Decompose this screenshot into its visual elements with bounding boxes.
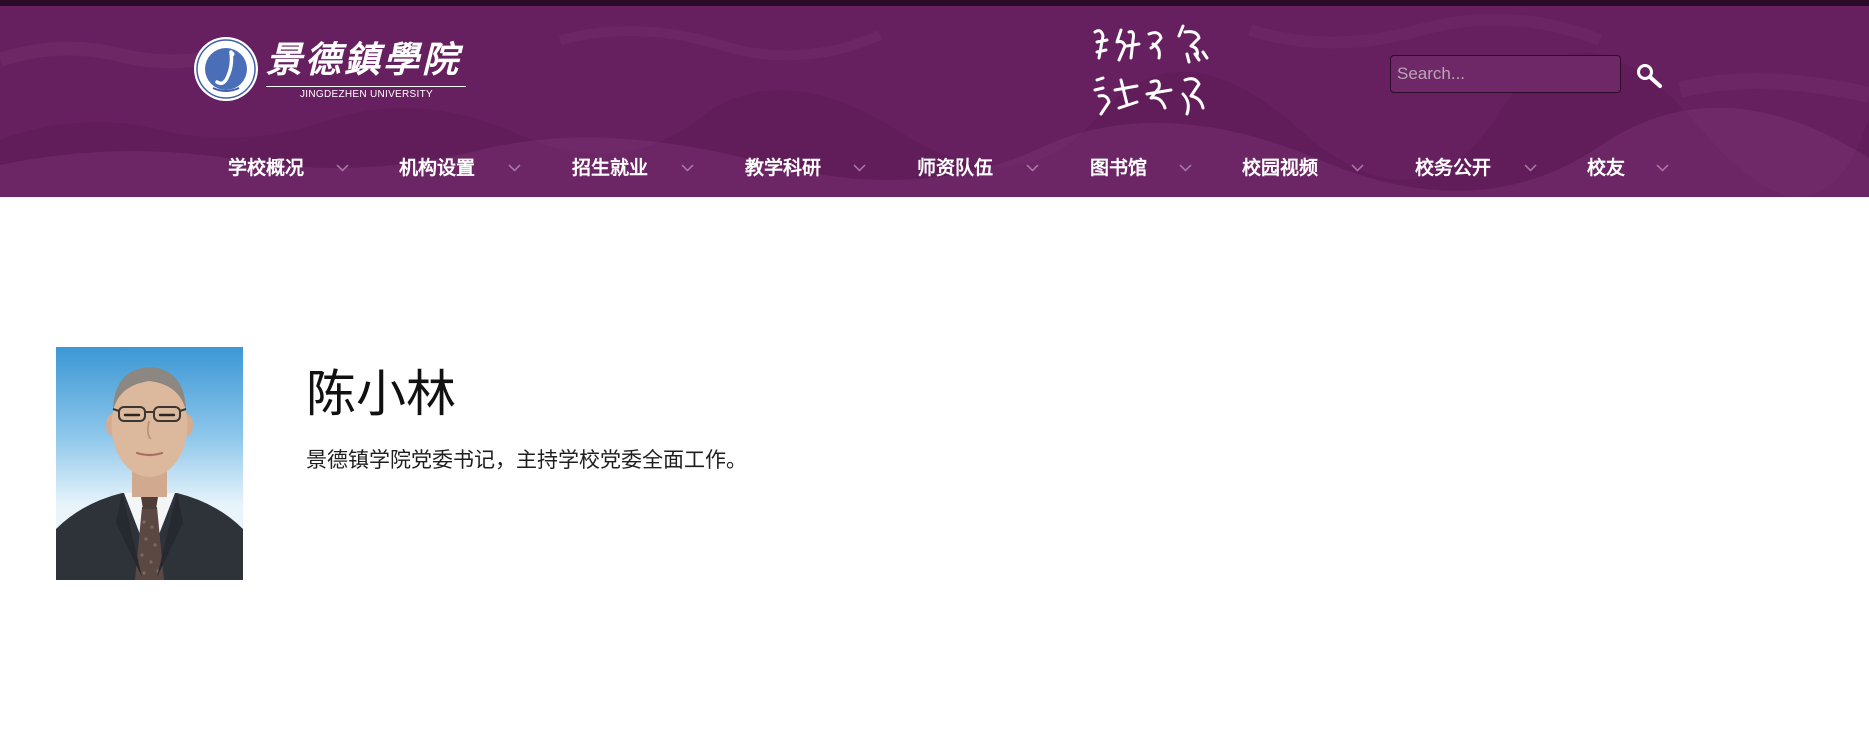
nav-label: 校友 [1587, 157, 1626, 179]
search-input[interactable] [1390, 55, 1621, 93]
chevron-down-icon [1351, 164, 1364, 172]
nav-label: 机构设置 [399, 157, 476, 179]
logo-wordmark-cn[interactable]: 景德鎮學院 [266, 38, 461, 82]
nav-label: 校园视频 [1242, 157, 1319, 179]
chevron-down-icon [1524, 164, 1537, 172]
site-header: 景德鎮學院 JINGDEZHEN UNIVERSITY 学校概况 机构设置 招生… [0, 0, 1869, 197]
logo-wordmark-en[interactable]: JINGDEZHEN UNIVERSITY [300, 89, 433, 101]
chevron-down-icon [1179, 164, 1192, 172]
chevron-down-icon [681, 164, 694, 172]
search-icon[interactable] [1634, 62, 1664, 90]
logo-divider [266, 86, 466, 87]
nav-label: 招生就业 [572, 157, 649, 179]
chevron-down-icon [508, 164, 521, 172]
chevron-down-icon [336, 164, 349, 172]
profile-title: 景德镇学院党委书记，主持学校党委全面工作。 [306, 448, 747, 472]
profile-name: 陈小林 [306, 365, 456, 423]
nav-label: 师资队伍 [917, 157, 994, 179]
chevron-down-icon [853, 164, 866, 172]
motto-calligraphy-image [1093, 24, 1209, 116]
university-emblem-icon[interactable] [193, 36, 259, 102]
nav-label: 图书馆 [1090, 157, 1148, 179]
profile-photo [56, 347, 243, 580]
nav-label: 校务公开 [1415, 157, 1492, 179]
nav-label: 教学科研 [745, 157, 822, 179]
chevron-down-icon [1026, 164, 1039, 172]
nav-label: 学校概况 [228, 157, 305, 179]
chevron-down-icon [1656, 164, 1669, 172]
